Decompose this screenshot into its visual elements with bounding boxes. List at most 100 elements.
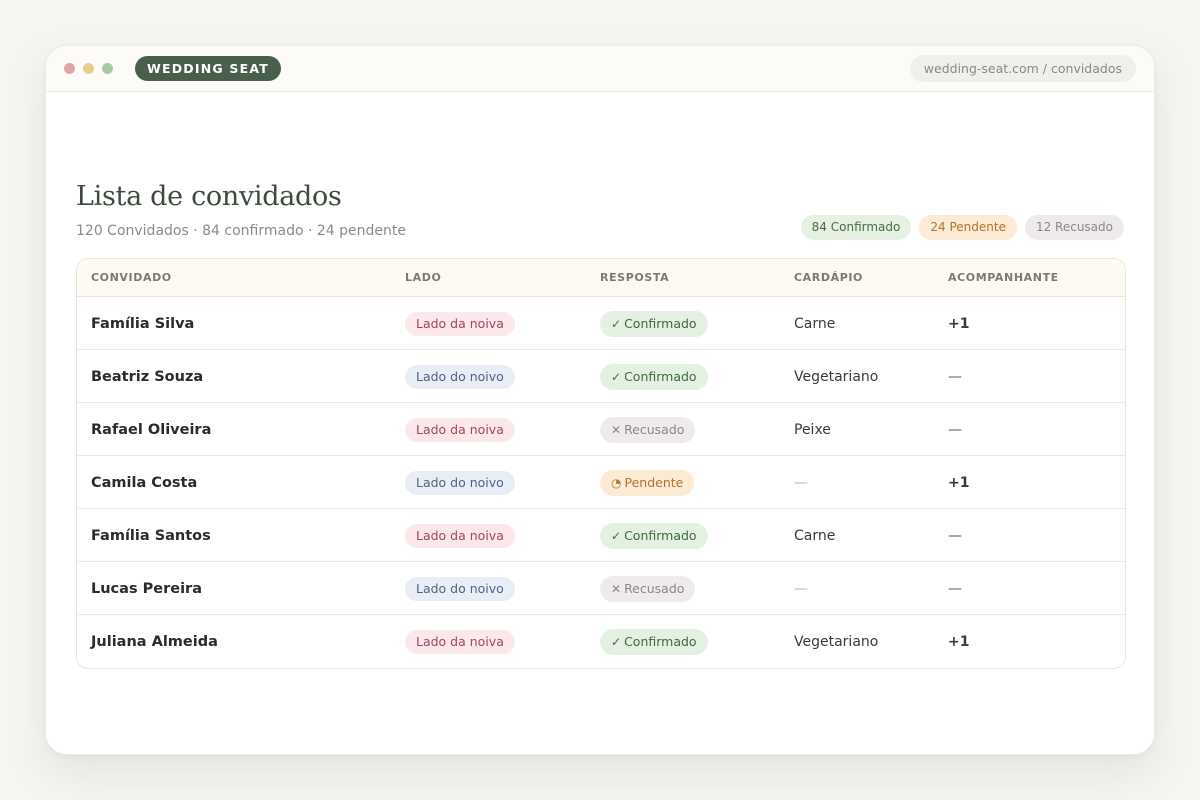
column-header-guest[interactable]: CONVIDADO	[91, 259, 172, 297]
side-badge: Lado da noiva	[405, 311, 515, 336]
response-label: Pendente	[624, 474, 684, 490]
side-badge: Lado do noivo	[405, 576, 515, 601]
confirmed-count-badge[interactable]: 84 Confirmado	[800, 215, 912, 240]
guest-cell: Família Silva	[91, 297, 194, 350]
guest-name[interactable]: Beatriz Souza	[91, 369, 203, 385]
table-row[interactable]: Lucas Pereira Lado do noivo ✕ Recusado — —	[77, 562, 1125, 615]
response-label: Confirmado	[624, 368, 697, 384]
response-cell: ✕ Recusado	[600, 403, 696, 456]
response-cell: ✓ Confirmado	[600, 509, 708, 562]
side-badge: Lado da noiva	[405, 629, 515, 654]
guest-cell: Beatriz Souza	[91, 350, 203, 403]
column-header-menu[interactable]: CARDÁPIO	[794, 259, 863, 297]
menu-choice: —	[794, 474, 808, 491]
menu-choice: Vegetariano	[794, 368, 879, 385]
guest-name[interactable]: Família Santos	[91, 528, 211, 544]
companion-value: +1	[948, 315, 970, 332]
close-window-dot[interactable]	[64, 63, 75, 74]
companion-cell: —	[948, 403, 962, 456]
companion-cell: +1	[948, 297, 969, 350]
minimize-window-dot[interactable]	[83, 63, 94, 74]
table-header: CONVIDADO LADO RESPOSTA CARDÁPIO ACOMPAN…	[77, 259, 1125, 297]
brand-logo[interactable]: WEDDING SEAT	[135, 56, 281, 81]
side-cell: Lado da noiva	[405, 509, 515, 562]
guest-cell: Camila Costa	[91, 456, 197, 509]
response-badge[interactable]: ✓ Confirmado	[600, 628, 708, 655]
side-cell: Lado do noivo	[405, 456, 515, 509]
companion-value: —	[948, 527, 962, 544]
side-cell: Lado do noivo	[405, 562, 515, 615]
guest-name[interactable]: Lucas Pereira	[91, 581, 202, 597]
table-row[interactable]: Camila Costa Lado do noivo ◔ Pendente — +1	[77, 456, 1125, 509]
page-title: Lista de convidados	[76, 181, 342, 212]
pending-count-badge[interactable]: 24 Pendente	[919, 215, 1017, 240]
response-cell: ◔ Pendente	[600, 456, 695, 509]
url-bar[interactable]: wedding-seat.com / convidados	[909, 55, 1136, 82]
companion-cell: —	[948, 562, 962, 615]
side-cell: Lado da noiva	[405, 297, 515, 350]
response-badge[interactable]: ✕ Recusado	[600, 575, 696, 602]
guest-cell: Família Santos	[91, 509, 211, 562]
companion-value: —	[948, 368, 962, 385]
side-cell: Lado do noivo	[405, 350, 515, 403]
response-badge[interactable]: ✓ Confirmado	[600, 310, 708, 337]
table-row[interactable]: Beatriz Souza Lado do noivo ✓ Confirmado Veg…	[77, 350, 1125, 403]
companion-value: +1	[948, 474, 970, 491]
menu-cell: —	[794, 456, 808, 509]
table-row[interactable]: Família Silva Lado da noiva ✓ Confirmado Car…	[77, 297, 1125, 350]
guest-name[interactable]: Juliana Almeida	[91, 634, 218, 650]
menu-choice: Peixe	[794, 421, 831, 438]
response-label: Confirmado	[624, 527, 697, 543]
companion-value: —	[948, 580, 962, 597]
table-row[interactable]: Juliana Almeida Lado da noiva ✓ Confirmado V…	[77, 615, 1125, 668]
response-badge[interactable]: ✕ Recusado	[600, 416, 696, 443]
response-cell: ✓ Confirmado	[600, 615, 708, 668]
guest-name[interactable]: Rafael Oliveira	[91, 422, 211, 438]
confirmado-icon: ✓	[611, 634, 622, 649]
response-badge[interactable]: ✓ Confirmado	[600, 363, 708, 390]
guest-name[interactable]: Família Silva	[91, 316, 194, 332]
confirmado-icon: ✓	[611, 369, 622, 384]
side-badge: Lado da noiva	[405, 417, 515, 442]
column-header-companion[interactable]: ACOMPANHANTE	[948, 259, 1059, 297]
companion-value: +1	[948, 633, 970, 650]
menu-choice: Vegetariano	[794, 633, 879, 650]
side-cell: Lado da noiva	[405, 615, 515, 668]
table-row[interactable]: Família Santos Lado da noiva ✓ Confirmado Ca…	[77, 509, 1125, 562]
table-row[interactable]: Rafael Oliveira Lado da noiva ✕ Recusado Pei…	[77, 403, 1125, 456]
app-window: WEDDING SEAT wedding-seat.com / convidad…	[45, 45, 1155, 755]
maximize-window-dot[interactable]	[102, 63, 113, 74]
companion-cell: +1	[948, 456, 969, 509]
table-body: Família Silva Lado da noiva ✓ Confirmado Car…	[77, 297, 1125, 668]
response-cell: ✓ Confirmado	[600, 297, 708, 350]
window-titlebar: WEDDING SEAT wedding-seat.com / convidad…	[46, 46, 1154, 92]
recusado-icon: ✕	[611, 422, 622, 437]
column-header-response[interactable]: RESPOSTA	[600, 259, 669, 297]
response-label: Recusado	[624, 580, 685, 596]
side-badge: Lado da noiva	[405, 523, 515, 548]
side-badge: Lado do noivo	[405, 470, 515, 495]
confirmado-icon: ✓	[611, 316, 622, 331]
column-header-side[interactable]: LADO	[405, 259, 441, 297]
response-label: Confirmado	[624, 315, 697, 331]
page-subtitle: 120 Convidados · 84 confirmado · 24 pend…	[76, 223, 406, 239]
response-cell: ✕ Recusado	[600, 562, 696, 615]
companion-cell: —	[948, 509, 962, 562]
guest-name[interactable]: Camila Costa	[91, 475, 197, 491]
side-badge: Lado do noivo	[405, 364, 515, 389]
menu-cell: Carne	[794, 297, 835, 350]
guest-cell: Juliana Almeida	[91, 615, 218, 668]
menu-cell: Vegetariano	[794, 615, 878, 668]
companion-cell: +1	[948, 615, 969, 668]
response-badge[interactable]: ◔ Pendente	[600, 469, 695, 496]
response-badge[interactable]: ✓ Confirmado	[600, 522, 708, 549]
companion-cell: —	[948, 350, 962, 403]
menu-cell: Vegetariano	[794, 350, 878, 403]
companion-value: —	[948, 421, 962, 438]
declined-count-badge[interactable]: 12 Recusado	[1024, 215, 1124, 240]
menu-choice: —	[794, 580, 808, 597]
pendente-icon: ◔	[611, 475, 622, 490]
status-summary: 84 Confirmado 24 Pendente 12 Recusado	[800, 215, 1124, 240]
confirmado-icon: ✓	[611, 528, 622, 543]
menu-choice: Carne	[794, 527, 836, 544]
